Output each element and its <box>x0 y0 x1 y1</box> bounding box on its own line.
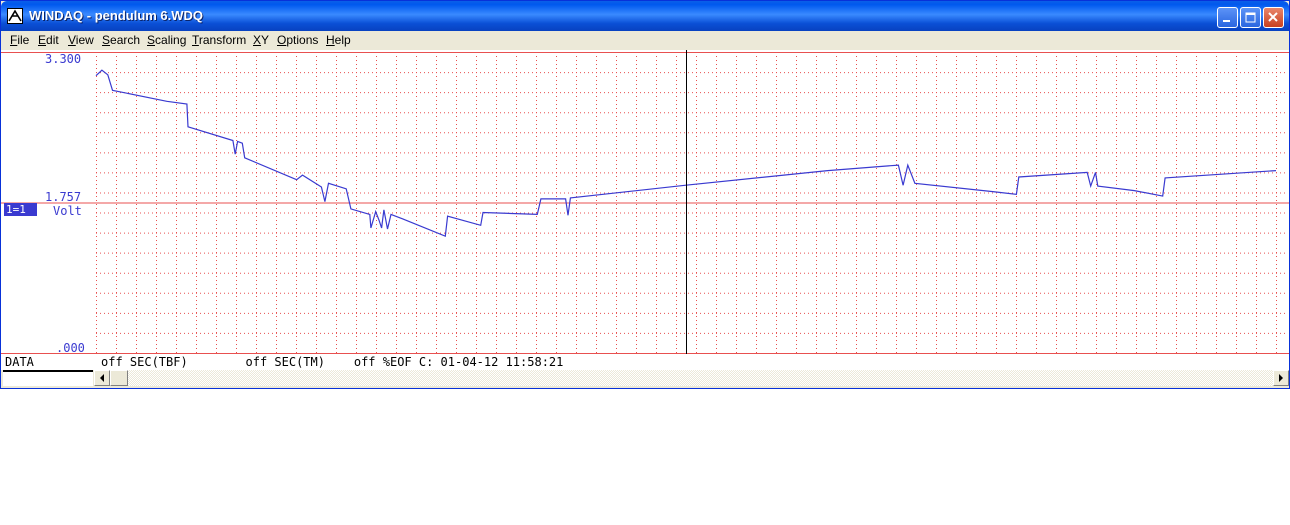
grid <box>1 52 1289 354</box>
channel-badge[interactable]: 1=1 <box>4 203 37 216</box>
title-bar[interactable]: WINDAQ - pendulum 6.WDQ <box>1 1 1289 31</box>
windaq-app-icon[interactable] <box>7 8 23 24</box>
channel-unit: Volt <box>53 204 82 218</box>
status-readout: off SEC(TBF) off SEC(TM) off %EOF C: 01-… <box>101 355 564 369</box>
scroll-left-panel <box>3 370 93 386</box>
arrow-right-icon <box>1279 374 1283 382</box>
menu-view[interactable]: View <box>68 33 94 47</box>
status-data-label: DATA <box>5 355 34 369</box>
scroll-left-button[interactable] <box>94 370 110 386</box>
window-title: WINDAQ - pendulum 6.WDQ <box>29 8 204 23</box>
menu-xy[interactable]: XY <box>253 33 269 47</box>
maximize-icon <box>1245 12 1256 23</box>
horizontal-scroll-row <box>1 370 1289 386</box>
menu-transform[interactable]: Transform <box>192 33 246 47</box>
scroll-thumb[interactable] <box>110 370 128 386</box>
windaq-window: WINDAQ - pendulum 6.WDQ File Edit View S… <box>0 0 1290 389</box>
y-bottom-label: .000 <box>56 341 85 355</box>
menu-file[interactable]: File <box>10 33 29 47</box>
scroll-right-button[interactable] <box>1273 370 1289 386</box>
maximize-button[interactable] <box>1240 7 1261 28</box>
menu-edit[interactable]: Edit <box>38 33 59 47</box>
scroll-track[interactable] <box>110 370 1273 386</box>
minimize-icon <box>1223 20 1230 22</box>
y-top-label: 3.300 <box>45 52 82 66</box>
menu-options[interactable]: Options <box>277 33 318 47</box>
close-button[interactable] <box>1263 7 1284 28</box>
menu-scaling[interactable]: Scaling <box>147 33 186 47</box>
close-icon <box>1268 12 1278 22</box>
waveform-chart[interactable] <box>1 50 1289 370</box>
arrow-left-icon <box>100 374 104 382</box>
minimize-button[interactable] <box>1217 7 1238 28</box>
waveform-plot[interactable]: 3.300 1.757 1=1 Volt .000 <box>1 50 1289 370</box>
menu-search[interactable]: Search <box>102 33 140 47</box>
status-bar: DATA off SEC(TBF) off SEC(TM) off %EOF C… <box>1 354 1289 370</box>
y-mid-label: 1.757 <box>45 190 82 204</box>
menu-bar: File Edit View Search Scaling Transform … <box>1 31 1289 50</box>
menu-help[interactable]: Help <box>326 33 351 47</box>
